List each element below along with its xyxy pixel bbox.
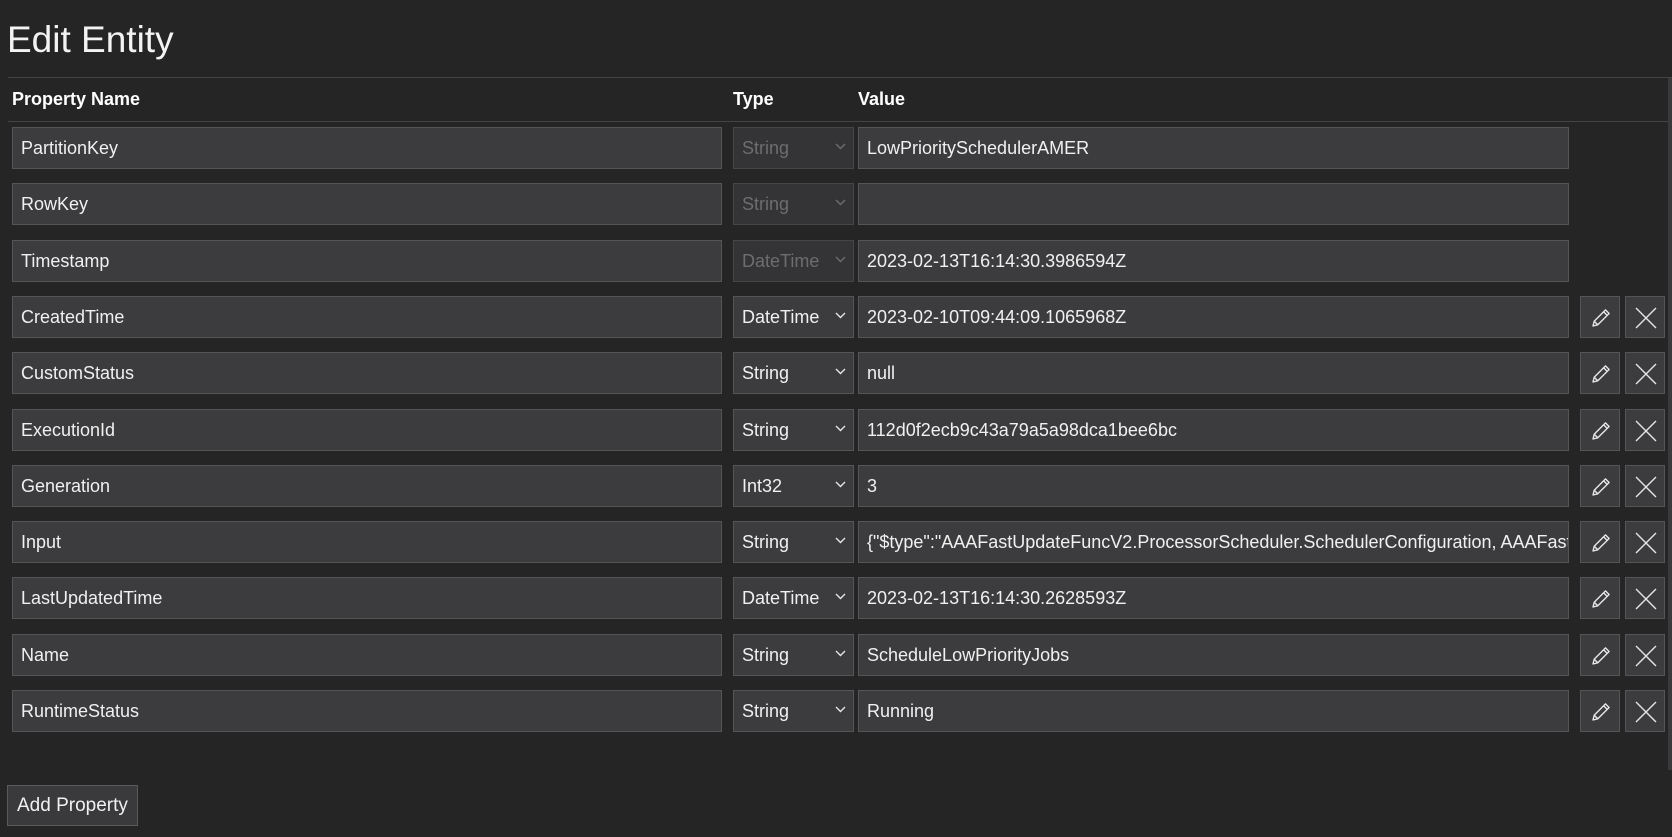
edit-property-button[interactable] <box>1580 521 1620 564</box>
chevron-down-icon <box>835 706 846 715</box>
property-row: CustomStatus String null <box>8 352 1668 395</box>
property-value-input[interactable]: ScheduleLowPriorityJobs <box>858 633 1569 676</box>
property-row: Timestamp DateTime 2023-02-13T16:14:30.398… <box>8 239 1668 282</box>
column-header-property-name: Property Name <box>12 89 141 109</box>
property-type-value: String <box>742 194 790 215</box>
chevron-down-icon <box>835 199 846 208</box>
chevron-down-icon <box>835 537 846 546</box>
edit-property-button[interactable] <box>1580 352 1620 395</box>
delete-property-button[interactable] <box>1625 408 1665 451</box>
grid-header: Property Name Type Value <box>8 78 1672 122</box>
property-type-value: Int32 <box>742 475 783 496</box>
add-property-button[interactable]: Add Property <box>7 785 138 826</box>
property-value-input[interactable]: {"$type":"AAAFastUpdateFuncV2.ProcessorS… <box>858 521 1569 564</box>
property-type-value: DateTime <box>742 250 820 271</box>
chevron-down-icon <box>835 368 846 377</box>
property-type-select[interactable]: String <box>733 183 854 226</box>
property-name-input[interactable]: Name <box>12 633 722 676</box>
property-type-value: DateTime <box>742 306 820 327</box>
property-row: PartitionKey String LowPrioritySchedulerAM… <box>8 127 1668 169</box>
delete-property-button[interactable] <box>1625 295 1665 338</box>
property-row: ExecutionId String 112d0f2ecb9c43a79a5a98d… <box>8 408 1668 451</box>
property-type-select[interactable]: Int32 <box>733 464 854 507</box>
edit-property-button[interactable] <box>1580 633 1620 676</box>
delete-property-button[interactable] <box>1625 690 1665 732</box>
property-type-select[interactable]: String <box>733 127 854 169</box>
page-title: Edit Entity <box>7 19 174 60</box>
edit-entity-dialog: Edit Entity Property Name Type Value Par… <box>0 0 1672 837</box>
property-value-input[interactable]: Running <box>858 690 1569 732</box>
property-type-select[interactable]: String <box>733 352 854 395</box>
edit-property-button[interactable] <box>1580 464 1620 507</box>
property-name-input[interactable]: PartitionKey <box>12 127 722 169</box>
property-value-input[interactable]: 2023-02-10T09:44:09.1065968Z <box>858 295 1569 338</box>
property-type-select[interactable]: DateTime <box>733 295 854 338</box>
property-name-input[interactable]: RowKey <box>12 183 722 226</box>
chevron-down-icon <box>835 481 846 490</box>
property-type-value: String <box>742 644 790 665</box>
vertical-scrollbar[interactable] <box>1668 78 1672 770</box>
delete-property-button[interactable] <box>1625 633 1665 676</box>
property-row: CreatedTime DateTime 2023-02-10T09:44:09.1… <box>8 295 1668 338</box>
chevron-down-icon <box>835 650 846 659</box>
chevron-down-icon <box>835 143 846 152</box>
chevron-down-icon <box>835 425 846 434</box>
column-header-value: Value <box>858 89 906 109</box>
property-value-input[interactable]: null <box>858 352 1569 395</box>
property-row: Input String {"$type":"AAAFastUpdateFuncV2… <box>8 521 1668 564</box>
property-grid: Property Name Type Value PartitionKey Str… <box>8 77 1672 770</box>
edit-property-button[interactable] <box>1580 295 1620 338</box>
property-value-input[interactable]: 112d0f2ecb9c43a79a5a98dca1bee6bc <box>858 408 1569 451</box>
property-type-value: String <box>742 363 790 384</box>
chevron-down-icon <box>835 256 846 265</box>
property-name-input[interactable]: Timestamp <box>12 239 722 282</box>
property-row: RowKey String <box>8 183 1668 226</box>
column-header-type: Type <box>733 89 774 109</box>
property-name-input[interactable]: CustomStatus <box>12 352 722 395</box>
delete-property-button[interactable] <box>1625 577 1665 620</box>
property-row: LastUpdatedTime DateTime 2023-02-13T16:14:… <box>8 577 1668 620</box>
edit-property-button[interactable] <box>1580 577 1620 620</box>
property-type-select[interactable]: DateTime <box>733 577 854 620</box>
property-row: Generation Int32 3 <box>8 464 1668 507</box>
chevron-down-icon <box>835 593 846 602</box>
property-type-value: String <box>742 532 790 553</box>
property-type-value: String <box>742 701 790 721</box>
property-type-select[interactable]: String <box>733 521 854 564</box>
property-name-input[interactable]: CreatedTime <box>12 295 722 338</box>
property-name-input[interactable]: LastUpdatedTime <box>12 577 722 620</box>
property-name-input[interactable]: Input <box>12 521 722 564</box>
property-value-input[interactable]: 2023-02-13T16:14:30.2628593Z <box>858 577 1569 620</box>
property-value-input[interactable] <box>858 183 1569 226</box>
property-type-select[interactable]: String <box>733 690 854 732</box>
property-type-value: String <box>742 138 790 158</box>
property-row: RuntimeStatus String Running <box>8 690 1668 732</box>
property-name-input[interactable]: RuntimeStatus <box>12 690 722 732</box>
property-type-select[interactable]: String <box>733 633 854 676</box>
property-row: Name String ScheduleLowPriorityJobs <box>8 633 1668 676</box>
delete-property-button[interactable] <box>1625 521 1665 564</box>
property-type-value: DateTime <box>742 588 820 609</box>
property-name-input[interactable]: ExecutionId <box>12 408 722 451</box>
property-value-input[interactable]: 2023-02-13T16:14:30.3986594Z <box>858 239 1569 282</box>
property-name-input[interactable]: Generation <box>12 464 722 507</box>
property-type-select[interactable]: DateTime <box>733 239 854 282</box>
delete-property-button[interactable] <box>1625 464 1665 507</box>
property-type-select[interactable]: String <box>733 408 854 451</box>
edit-property-button[interactable] <box>1580 408 1620 451</box>
chevron-down-icon <box>835 312 846 321</box>
property-value-input[interactable]: LowPrioritySchedulerAMER <box>858 127 1569 169</box>
property-type-value: String <box>742 419 790 440</box>
property-value-input[interactable]: 3 <box>858 464 1569 507</box>
edit-property-button[interactable] <box>1580 690 1620 732</box>
delete-property-button[interactable] <box>1625 352 1665 395</box>
